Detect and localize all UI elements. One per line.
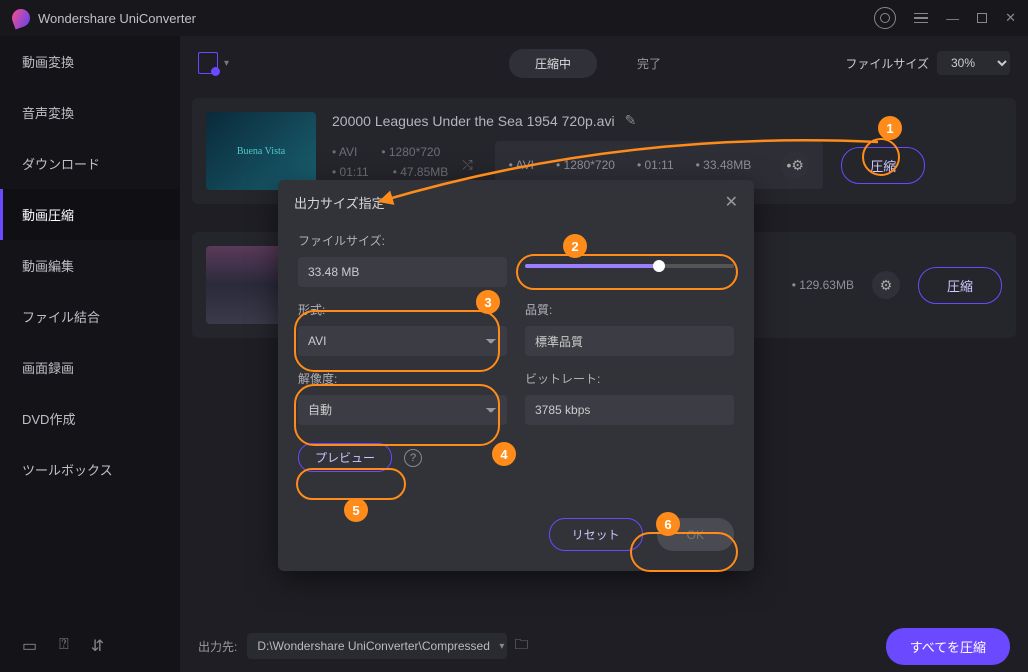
annotation-4: 4 <box>492 442 516 466</box>
tab-completed[interactable]: 完了 <box>637 55 661 72</box>
file-settings-icon[interactable]: ⚙ <box>781 151 809 179</box>
add-file-button[interactable] <box>198 52 218 74</box>
edit-name-icon[interactable]: ✎ <box>625 112 637 129</box>
open-folder-icon[interactable]: 🗀 <box>514 634 528 658</box>
output-path-input[interactable] <box>247 633 507 659</box>
close-icon[interactable]: ✕ <box>1005 10 1016 26</box>
file-thumbnail: Buena Vista <box>206 112 316 190</box>
titlebar: Wondershare UniConverter — ✕ <box>0 0 1028 36</box>
sidebar-item-video-convert[interactable]: 動画変換 <box>0 36 180 87</box>
preview-button[interactable]: プレビュー <box>298 443 392 472</box>
quality-field-label: 品質: <box>525 301 734 318</box>
compress-all-button[interactable]: すべてを圧縮 <box>886 628 1010 665</box>
filesize-slider[interactable] <box>525 264 734 268</box>
modal-close-icon[interactable]: ✕ <box>725 192 738 212</box>
help-icon[interactable]: ⍰ <box>59 636 69 656</box>
file-settings-icon[interactable]: ⚙ <box>872 271 900 299</box>
menu-icon[interactable] <box>914 13 928 24</box>
src-format: AVI <box>332 145 357 159</box>
annotation-2: 2 <box>563 234 587 258</box>
resolution-field-label: 解像度: <box>298 370 507 387</box>
src-res: 1280*720 <box>381 145 440 159</box>
sidebar-item-video-compress[interactable]: 動画圧縮 <box>0 189 180 240</box>
filesize-field-label: ファイルサイズ: <box>298 232 507 249</box>
output-dest-label: 出力先: <box>198 638 237 655</box>
file-name: 20000 Leagues Under the Sea 1954 720p.av… <box>332 113 615 129</box>
add-file-dropdown-icon[interactable]: ▾ <box>224 58 229 69</box>
out-size: 129.63MB <box>799 278 854 292</box>
filesize-label: ファイルサイズ <box>845 55 929 72</box>
annotation-1: 1 <box>878 116 902 140</box>
sidebar-item-audio-convert[interactable]: 音声変換 <box>0 87 180 138</box>
preview-help-icon[interactable]: ? <box>404 449 422 467</box>
quality-input[interactable] <box>525 326 734 356</box>
app-title: Wondershare UniConverter <box>38 11 874 26</box>
sidebar-item-download[interactable]: ダウンロード <box>0 138 180 189</box>
annotation-6: 6 <box>656 512 680 536</box>
guide-icon[interactable]: ▭ <box>22 636 37 656</box>
path-dropdown-icon[interactable]: ▾ <box>499 641 504 652</box>
sidebar: 動画変換 音声変換 ダウンロード 動画圧縮 動画編集 ファイル結合 画面録画 D… <box>0 36 180 672</box>
out-format: AVI <box>509 158 534 172</box>
src-dur: 01:11 <box>332 165 369 179</box>
compress-button[interactable]: 圧縮 <box>918 267 1002 304</box>
format-select[interactable]: AVI <box>298 326 507 356</box>
top-toolbar: ▾ 圧縮中 完了 ファイルサイズ 30% <box>180 36 1028 90</box>
app-logo-icon <box>9 6 32 29</box>
shuffle-icon: ⤭ <box>462 157 472 173</box>
bottom-bar: 出力先: ▾ 🗀 すべてを圧縮 <box>180 620 1028 672</box>
sidebar-item-screen-record[interactable]: 画面録画 <box>0 342 180 393</box>
bitrate-field-label: ビットレート: <box>525 370 734 387</box>
out-res: 1280*720 <box>556 158 615 172</box>
annotation-3: 3 <box>476 290 500 314</box>
tab-compressing[interactable]: 圧縮中 <box>509 49 597 78</box>
sidebar-item-toolbox[interactable]: ツールボックス <box>0 444 180 495</box>
filesize-input[interactable] <box>298 257 507 287</box>
compress-button[interactable]: 圧縮 <box>841 147 925 184</box>
minimize-icon[interactable]: — <box>946 11 959 26</box>
modal-title: 出力サイズ指定 <box>294 193 725 212</box>
maximize-icon[interactable] <box>977 13 987 23</box>
bitrate-input[interactable] <box>525 395 734 425</box>
feedback-icon[interactable]: ⇵ <box>91 636 104 656</box>
account-icon[interactable] <box>874 7 896 29</box>
src-size: 47.85MB <box>393 165 449 179</box>
sidebar-item-file-merge[interactable]: ファイル結合 <box>0 291 180 342</box>
annotation-5: 5 <box>344 498 368 522</box>
filesize-select[interactable]: 30% <box>937 51 1010 75</box>
sidebar-item-dvd[interactable]: DVD作成 <box>0 393 180 444</box>
reset-button[interactable]: リセット <box>549 518 643 551</box>
sidebar-item-video-edit[interactable]: 動画編集 <box>0 240 180 291</box>
resolution-select[interactable]: 自動 <box>298 395 507 425</box>
out-size: 33.48MB <box>696 158 752 172</box>
out-dur: 01:11 <box>637 158 674 172</box>
